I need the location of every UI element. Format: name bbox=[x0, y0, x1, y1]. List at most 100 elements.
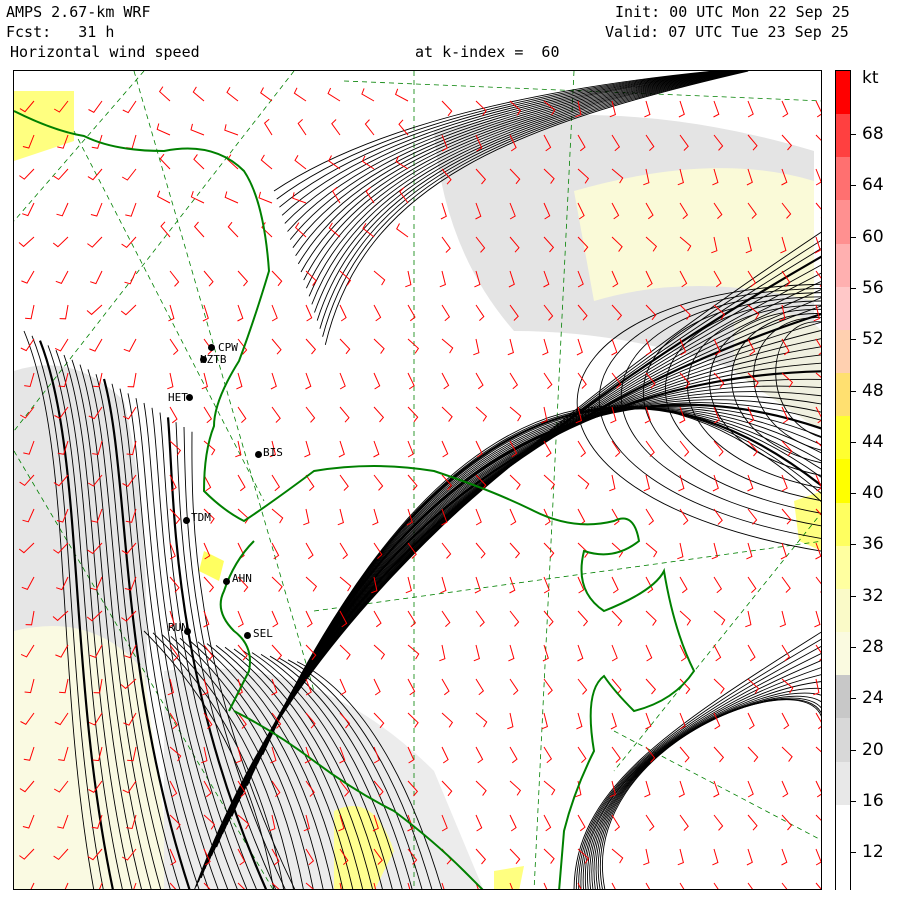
wind-barb bbox=[169, 440, 182, 456]
wind-barb bbox=[713, 644, 722, 662]
wind-barb bbox=[781, 780, 789, 798]
wind-barb bbox=[407, 440, 414, 458]
wind-barb bbox=[226, 86, 239, 102]
wind-barb bbox=[747, 780, 754, 798]
colorbar-label: 12 bbox=[862, 842, 884, 863]
wind-barb bbox=[53, 168, 69, 181]
wind-barb bbox=[305, 304, 313, 322]
wind-barb bbox=[645, 712, 652, 730]
wind-barb bbox=[611, 882, 616, 889]
wind-barb bbox=[126, 134, 137, 150]
wind-barb bbox=[543, 610, 554, 627]
wind-barb bbox=[475, 440, 483, 458]
wind-barb bbox=[224, 124, 239, 136]
wind-barb bbox=[475, 712, 488, 728]
wind-barb bbox=[305, 542, 314, 560]
wind-barb bbox=[305, 406, 316, 423]
station-marker bbox=[244, 632, 251, 639]
wind-barb bbox=[440, 576, 447, 594]
colorbar-segment bbox=[836, 416, 850, 460]
colorbar bbox=[835, 70, 851, 892]
wind-barb bbox=[271, 270, 283, 287]
colorbar-tick bbox=[851, 544, 856, 546]
wind-barb bbox=[237, 270, 249, 287]
wind-barb bbox=[156, 190, 171, 204]
wind-barb bbox=[270, 372, 277, 390]
wind-barb bbox=[509, 406, 522, 422]
wind-barb bbox=[509, 372, 519, 390]
wind-barb bbox=[373, 372, 381, 390]
wind-barb bbox=[475, 814, 483, 832]
wind-barb bbox=[407, 338, 420, 354]
wind-barb bbox=[405, 576, 412, 594]
station-marker bbox=[255, 451, 262, 458]
colorbar-label: 36 bbox=[862, 534, 884, 555]
wind-barb bbox=[441, 712, 454, 728]
wind-barb bbox=[815, 100, 821, 118]
wind-barb bbox=[271, 474, 281, 492]
wind-barb bbox=[167, 372, 174, 390]
wind-barb bbox=[21, 270, 35, 284]
colorbar-segment bbox=[836, 675, 850, 719]
wind-barb bbox=[815, 202, 821, 219]
colorbar-tick bbox=[851, 749, 856, 751]
wind-barb bbox=[339, 576, 352, 592]
colorbar-tick bbox=[851, 236, 856, 238]
wind-barb bbox=[611, 610, 623, 627]
colorbar-segment bbox=[836, 459, 850, 504]
wind-barb bbox=[271, 508, 284, 524]
wind-barb bbox=[815, 168, 821, 186]
colorbar-tick bbox=[851, 800, 856, 802]
wind-barb bbox=[90, 202, 103, 217]
grid-line bbox=[133, 71, 315, 692]
wind-barb bbox=[237, 610, 244, 628]
colorbar-tick bbox=[851, 647, 856, 648]
wind-barb bbox=[339, 406, 350, 423]
wind-barb bbox=[305, 610, 313, 628]
colorbar-label: 48 bbox=[862, 380, 884, 401]
wind-barb bbox=[610, 712, 617, 730]
wind-barb bbox=[713, 576, 723, 594]
colorbar-segment bbox=[836, 718, 850, 763]
wind-barb bbox=[271, 576, 283, 592]
wind-barb bbox=[780, 542, 787, 560]
wind-barb bbox=[543, 848, 555, 864]
wind-barb bbox=[815, 848, 821, 866]
wind-barb bbox=[192, 86, 205, 102]
wind-barb bbox=[509, 508, 517, 526]
wind-barb bbox=[373, 406, 385, 423]
wind-barb bbox=[339, 678, 347, 696]
wind-barb bbox=[577, 678, 588, 695]
wind-barb bbox=[509, 848, 521, 865]
wind-barb bbox=[781, 406, 789, 424]
grid-line bbox=[613, 512, 821, 772]
wind-barb bbox=[475, 372, 484, 390]
wind-barb bbox=[713, 882, 719, 889]
colorbar-label: 40 bbox=[862, 483, 884, 504]
wind-barb bbox=[611, 814, 621, 832]
station-label: AHN bbox=[232, 572, 252, 585]
wind-barb bbox=[747, 100, 754, 118]
station-marker bbox=[208, 344, 215, 351]
colorbar-segment bbox=[836, 761, 850, 806]
wind-barb bbox=[193, 154, 205, 170]
streamline bbox=[261, 406, 821, 756]
wind-barb bbox=[813, 678, 820, 696]
speed-shading bbox=[14, 91, 74, 161]
wind-barb bbox=[747, 814, 758, 831]
wind-barb bbox=[509, 780, 522, 796]
wind-barb bbox=[373, 644, 386, 660]
streamline bbox=[589, 681, 821, 889]
wind-barb bbox=[441, 406, 453, 422]
wind-barb bbox=[747, 882, 753, 889]
wind-barb bbox=[543, 474, 556, 490]
station-label: RUN bbox=[168, 621, 188, 634]
wind-barb bbox=[59, 304, 69, 320]
wind-barb bbox=[396, 223, 409, 238]
wind-barb bbox=[543, 746, 553, 764]
wind-barb bbox=[609, 474, 616, 492]
wind-barb bbox=[440, 202, 447, 220]
wind-barb bbox=[260, 87, 273, 102]
level-label: at k-index = 60 bbox=[415, 43, 560, 61]
init-time: Init: 00 UTC Mon 22 Sep 25 bbox=[615, 3, 850, 21]
